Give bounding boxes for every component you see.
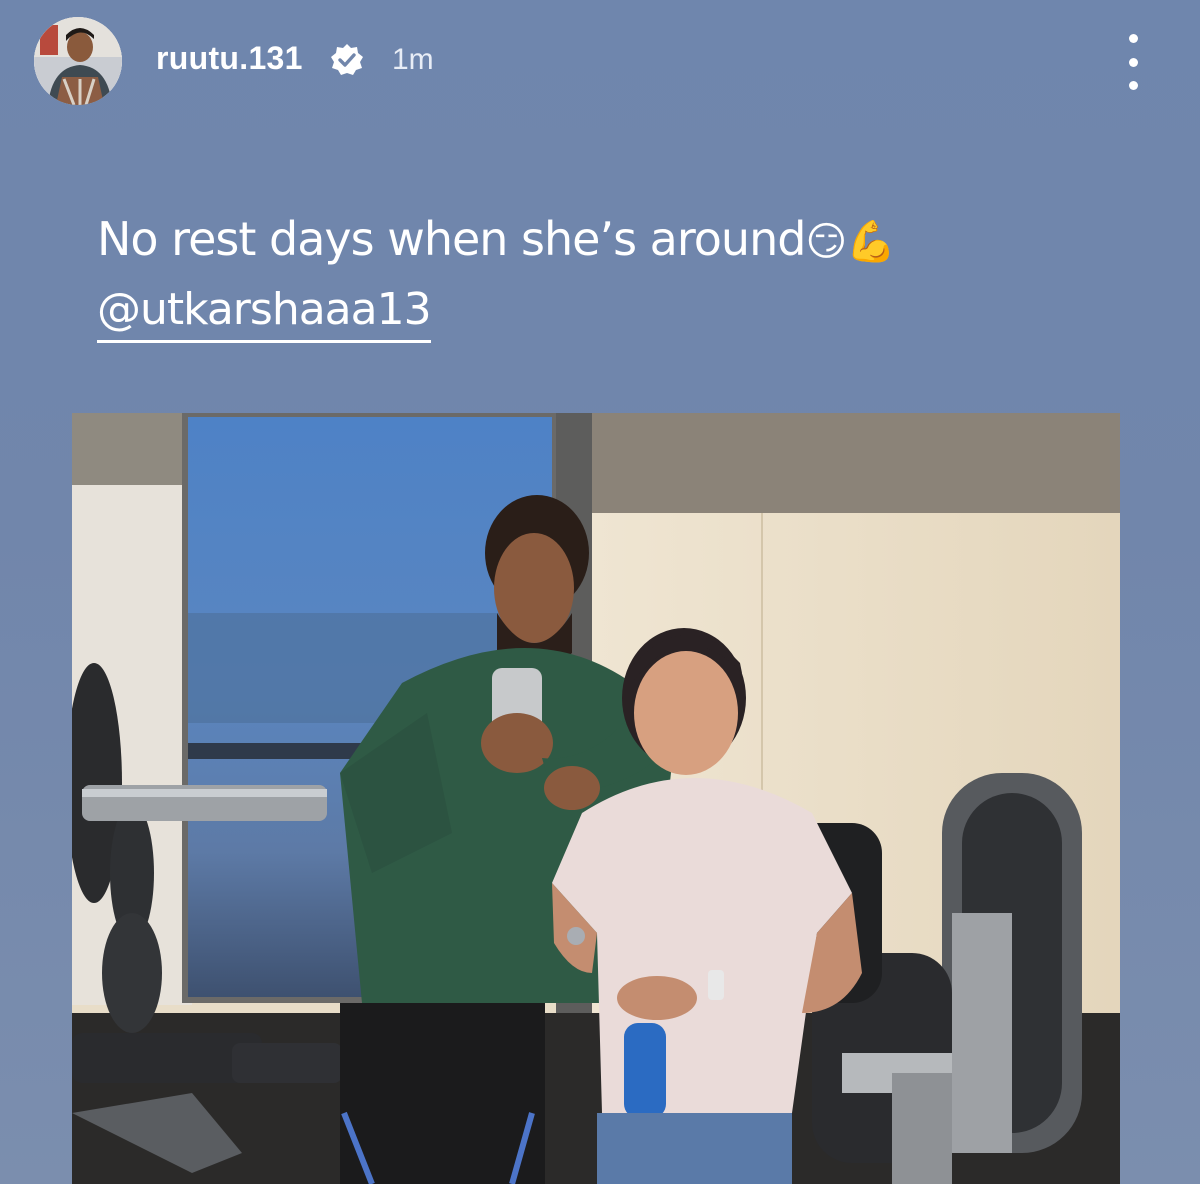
more-vertical-icon[interactable] xyxy=(1116,34,1150,90)
username[interactable]: ruutu.131 xyxy=(156,40,303,77)
story-photo xyxy=(72,413,1120,1184)
post-time: 1m xyxy=(392,43,434,76)
caption-emojis: 😏💪 xyxy=(805,219,896,265)
mention-link[interactable]: @utkarshaaa13 xyxy=(97,282,432,343)
avatar-image xyxy=(34,17,122,105)
story-caption: No rest days when she’s around😏💪 xyxy=(97,208,896,273)
avatar[interactable] xyxy=(34,17,122,105)
story-header: ruutu.131 1m xyxy=(0,0,1200,120)
verified-badge-icon xyxy=(331,44,363,75)
gym-selfie-image xyxy=(72,413,1120,1184)
caption-text: No rest days when she’s around xyxy=(97,212,806,266)
